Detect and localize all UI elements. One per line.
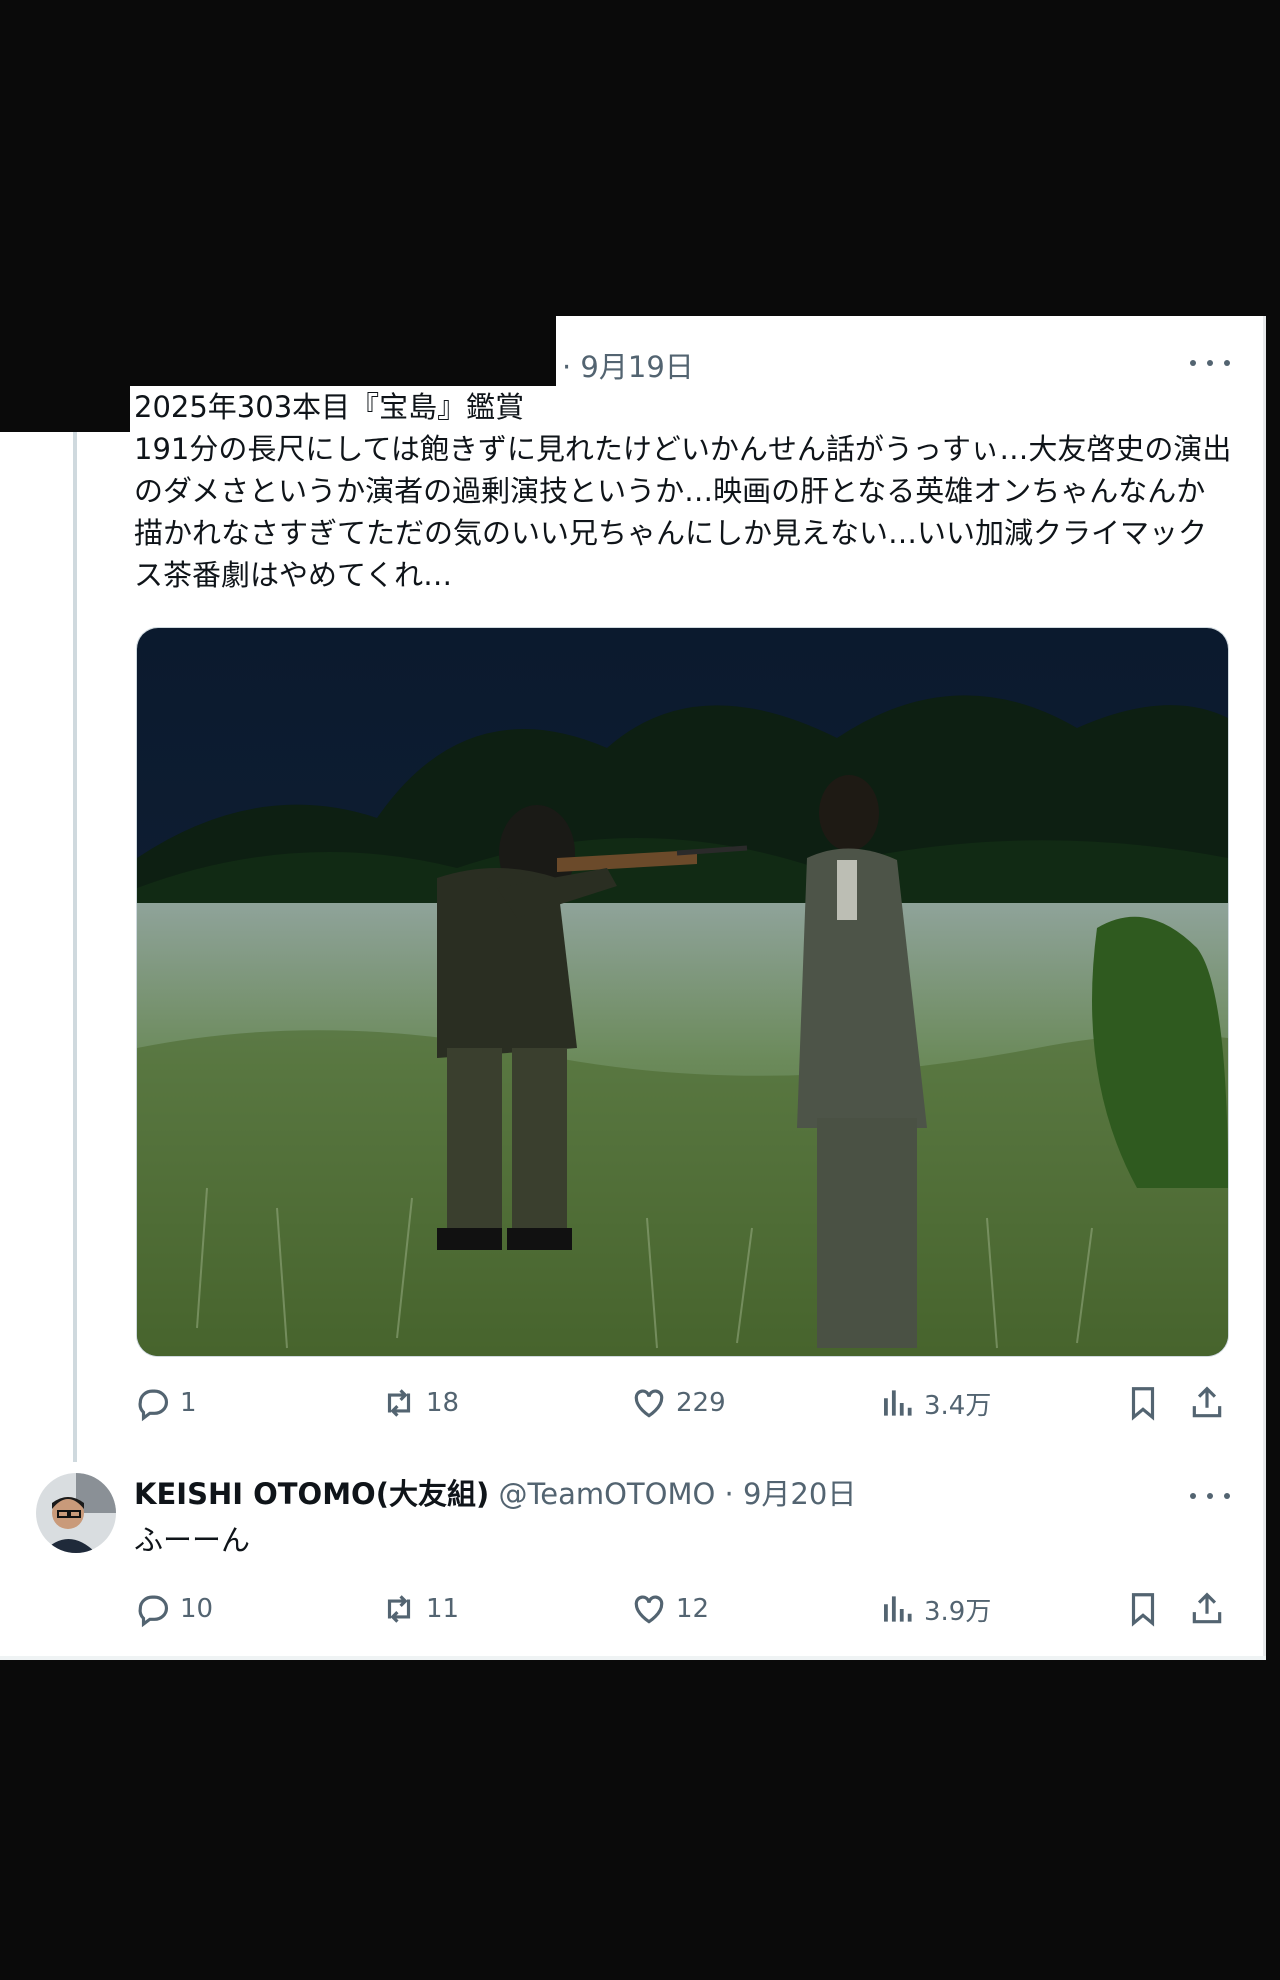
tweet-photo[interactable]: [136, 627, 1229, 1357]
like-button[interactable]: 12: [630, 1590, 709, 1628]
views-count: 3.4万: [924, 1390, 992, 1421]
share-button[interactable]: [1188, 1590, 1234, 1628]
reply-icon: [138, 1595, 168, 1628]
bookmark-button[interactable]: [1124, 1590, 1170, 1628]
reply-button[interactable]: 1: [134, 1384, 197, 1422]
card-border: [0, 1656, 1266, 1660]
repost-count: 11: [426, 1594, 460, 1624]
repost-count: 18: [426, 1388, 460, 1418]
reply-handle-date[interactable]: @TeamOTOMO · 9月20日: [498, 1477, 856, 1511]
reply-author-name[interactable]: KEISHI OTOMO(大友組): [134, 1477, 489, 1511]
card-border: [1263, 316, 1266, 1658]
repost-icon: [387, 1595, 411, 1623]
redaction-block: [0, 316, 556, 386]
reply-text: ふーーん: [134, 1523, 251, 1557]
reply-icon: [138, 1389, 168, 1422]
tweet-date[interactable]: · 9月19日: [562, 344, 694, 386]
more-icon[interactable]: [1190, 353, 1230, 373]
redaction-block: [0, 386, 130, 432]
reply-count: 1: [180, 1388, 197, 1418]
reply-header: KEISHI OTOMO(大友組) @TeamOTOMO · 9月20日: [134, 1474, 856, 1514]
more-icon[interactable]: [1190, 1486, 1230, 1506]
reply-button[interactable]: 10: [134, 1590, 213, 1628]
like-icon: [634, 1595, 664, 1624]
thread-line: [73, 432, 77, 1462]
like-button[interactable]: 229: [630, 1384, 726, 1422]
like-count: 12: [676, 1594, 710, 1624]
avatar-image: [36, 1473, 116, 1553]
repost-button[interactable]: 11: [380, 1590, 459, 1628]
views-button[interactable]: 3.9万: [878, 1590, 991, 1628]
like-icon: [634, 1389, 664, 1418]
views-icon: [884, 1596, 912, 1622]
bookmark-icon: [1131, 1387, 1155, 1421]
like-count: 229: [676, 1388, 726, 1418]
repost-button[interactable]: 18: [380, 1384, 459, 1422]
photo-image: [137, 628, 1228, 1356]
reply-actions: 10 11 12 3.9万: [134, 1590, 1264, 1630]
share-icon: [1192, 1592, 1222, 1624]
tweet-text: 2025年303本目『宝島』鑑賞 191分の長尺にしては飽きずに見れたけどいかん…: [134, 390, 1232, 592]
views-count: 3.9万: [924, 1596, 992, 1627]
bookmark-button[interactable]: [1124, 1384, 1170, 1422]
bookmark-icon: [1131, 1593, 1155, 1627]
share-button[interactable]: [1188, 1384, 1234, 1422]
views-icon: [884, 1390, 912, 1416]
tweet-actions: 1 18 229 3.4万: [134, 1384, 1264, 1424]
views-button[interactable]: 3.4万: [878, 1384, 991, 1422]
repost-icon: [387, 1389, 411, 1417]
reply-count: 10: [180, 1594, 214, 1624]
share-icon: [1192, 1386, 1222, 1418]
avatar[interactable]: [36, 1473, 116, 1553]
